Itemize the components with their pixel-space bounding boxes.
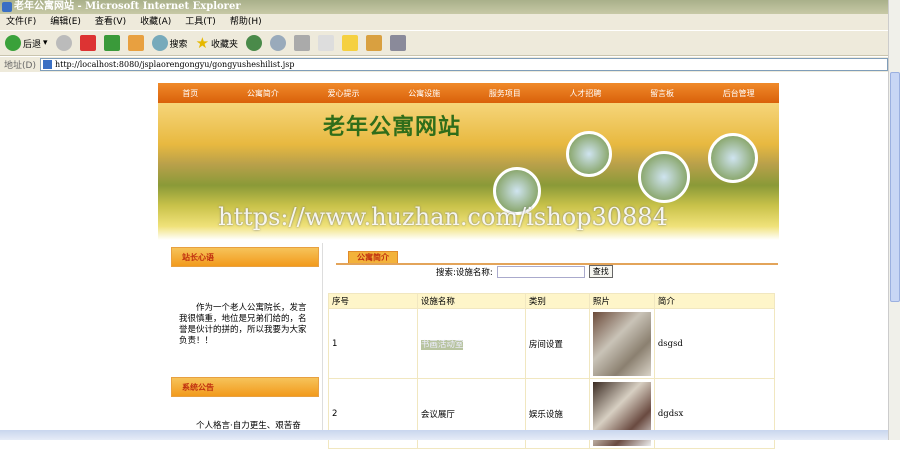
banner-photo	[638, 151, 690, 203]
banner-photo	[708, 133, 758, 183]
nav-guestbook[interactable]: 留言板	[650, 88, 674, 99]
address-bar: 地址(D) http://localhost:8080/jsplaorengon…	[0, 57, 888, 72]
history-icon[interactable]	[246, 35, 263, 51]
research-icon[interactable]	[390, 35, 407, 51]
address-input[interactable]: http://localhost:8080/jsplaorengongyu/go…	[39, 58, 888, 71]
search-button[interactable]: 搜索	[151, 35, 188, 51]
print-icon[interactable]	[294, 35, 311, 51]
window-title-bar: 老年公寓网站 - Microsoft Internet Explorer	[0, 0, 900, 14]
menu-view[interactable]: 查看(V)	[95, 14, 126, 30]
nav-admin[interactable]: 后台管理	[723, 88, 755, 99]
nav-jobs[interactable]: 人才招聘	[569, 88, 601, 99]
site-banner: 老年公寓网站 https://www.huzhan.com/ishop30884	[158, 103, 779, 240]
facility-link[interactable]: 书画活动室	[420, 339, 464, 350]
table-row: 1 书画活动室 房间设置 dsgsd	[328, 308, 776, 379]
watermark: https://www.huzhan.com/ishop30884	[218, 203, 668, 231]
nav-tips[interactable]: 爱心提示	[328, 88, 360, 99]
menu-tools[interactable]: 工具(T)	[185, 14, 216, 30]
row-photo-cell	[588, 308, 655, 379]
col-no: 序号	[328, 293, 418, 309]
mail-icon[interactable]	[270, 35, 287, 51]
row-type: 房间设置	[524, 308, 590, 379]
search-icon	[151, 35, 168, 51]
window-title: 老年公寓网站 - Microsoft Internet Explorer	[14, 1, 241, 12]
row-no: 1	[328, 308, 418, 379]
star-icon: ★	[195, 34, 210, 52]
search-label: 搜索:设施名称:	[436, 267, 493, 278]
note-icon[interactable]	[342, 35, 359, 51]
col-desc: 简介	[653, 293, 776, 309]
toolbar: 后退 ▾ 搜索 ★ 收藏夹	[0, 30, 888, 56]
search-form: 搜索:设施名称: 查找	[436, 265, 613, 278]
site-nav: 首页 公寓简介 爱心提示 公寓设施 服务项目 人才招聘 留言板 后台管理	[158, 83, 779, 103]
menu-help[interactable]: 帮助(H)	[230, 14, 262, 30]
search-submit-button[interactable]: 查找	[588, 265, 613, 278]
nav-facilities[interactable]: 公寓设施	[408, 88, 440, 99]
back-arrow-icon	[5, 35, 21, 51]
menu-edit[interactable]: 编辑(E)	[50, 14, 81, 30]
sidebar: 站长心语 作为一个老人公寓院长，发言我很慎重，地位是兄弟们给的，名誉是伙计的拼的…	[165, 243, 323, 433]
folder-icon[interactable]	[366, 35, 383, 51]
forward-button[interactable]	[55, 35, 72, 51]
row-desc: dsgsd	[653, 308, 776, 379]
scrollbar-thumb[interactable]	[890, 72, 900, 302]
favorites-button[interactable]: ★ 收藏夹	[196, 34, 238, 52]
facility-name-input[interactable]	[496, 265, 585, 278]
facility-table: 序号 设施名称 类别 照片 简介 1 书画活动室 房间设置 dsgsd 2 会议…	[328, 293, 776, 449]
banner-photo	[566, 131, 612, 177]
facility-photo	[592, 311, 651, 376]
table-header: 序号 设施名称 类别 照片 简介	[328, 293, 776, 309]
edit-icon[interactable]	[318, 35, 335, 51]
row-name-cell: 书画活动室	[416, 308, 526, 379]
col-type: 类别	[524, 293, 590, 309]
back-button[interactable]: 后退 ▾	[5, 35, 48, 51]
menu-bar: 文件(F) 编辑(E) 查看(V) 收藏(A) 工具(T) 帮助(H)	[0, 14, 888, 30]
page-icon	[42, 60, 52, 69]
sidebar-message-text: 作为一个老人公寓院长，发言我很慎重，地位是兄弟们给的，名誉是伙计的拼的，所以我要…	[179, 303, 307, 346]
horizontal-scrollbar[interactable]	[0, 430, 888, 440]
sidebar-heading-message: 站长心语	[171, 247, 319, 267]
stop-icon[interactable]	[79, 35, 96, 51]
nav-services[interactable]: 服务项目	[489, 88, 521, 99]
ie-icon	[2, 2, 12, 12]
menu-favorites[interactable]: 收藏(A)	[140, 14, 171, 30]
refresh-icon[interactable]	[103, 35, 120, 51]
nav-intro[interactable]: 公寓简介	[247, 88, 279, 99]
nav-home[interactable]: 首页	[182, 88, 198, 99]
address-label: 地址(D)	[4, 61, 36, 71]
col-photo: 照片	[588, 293, 655, 309]
home-icon[interactable]	[127, 35, 144, 51]
facility-link[interactable]: 会议展厅	[421, 410, 455, 420]
col-name: 设施名称	[416, 293, 526, 309]
sidebar-heading-notice: 系统公告	[171, 377, 319, 397]
vertical-scrollbar[interactable]	[888, 0, 900, 440]
menu-file[interactable]: 文件(F)	[6, 14, 36, 30]
site-title: 老年公寓网站	[323, 114, 462, 140]
